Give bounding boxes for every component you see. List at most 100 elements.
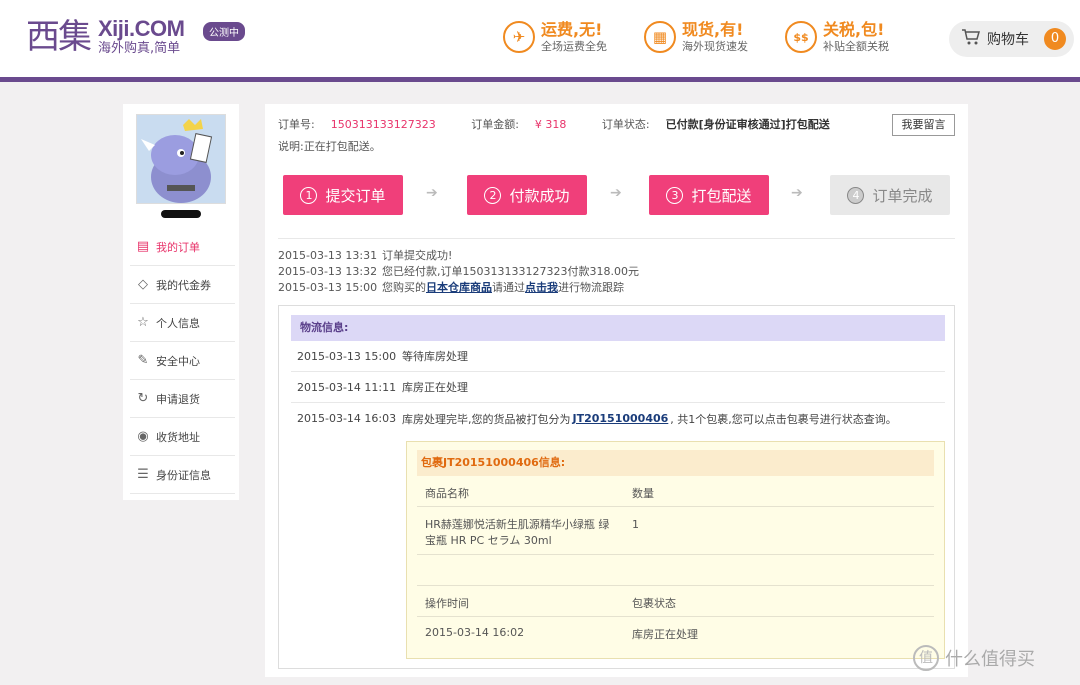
step-label: 打包配送	[691, 186, 752, 205]
sidebar-item-address[interactable]: ◉ 收货地址	[130, 418, 235, 456]
step-label: 付款成功	[509, 186, 570, 205]
promo-free-shipping: ✈ 运费,无! 全场运费全免	[503, 20, 607, 54]
logo-chinese: 西集	[26, 17, 92, 57]
beta-badge: 公测中	[203, 22, 245, 41]
package-empty-row	[417, 555, 934, 586]
logistics-row: 2015-03-14 11:11 库房正在处理	[291, 372, 945, 403]
package-status-header: 操作时间 包裹状态	[417, 586, 934, 617]
site-header: 西集 Xiji.COM 海外购真,简单 公测中 ✈ 运费,无! 全场运费全免 ▦…	[0, 0, 1080, 82]
logistics-box: 物流信息: 2015-03-13 15:00 等待库房处理 2015-03-14…	[278, 305, 955, 669]
history-text: 您购买的	[382, 281, 426, 294]
arrow-right-icon: ➔	[791, 185, 803, 201]
gift-box-icon: ▦	[644, 21, 676, 53]
promo-tax: $$ 关税,包! 补贴全额关税	[785, 20, 889, 54]
logistics-text: , 共1个包裹,您可以点击包裹号进行状态查询。	[670, 412, 897, 426]
logistics-text: 库房处理完毕,您的货品被打包分为	[402, 412, 571, 426]
step-label: 提交订单	[325, 186, 386, 205]
sidebar-item-label: 申请退货	[156, 392, 200, 406]
user-avatar[interactable]	[136, 114, 226, 204]
package-product-row: HR赫莲娜悦活新生肌源精华小绿瓶 绿 宝瓶 HR PC セラム 30ml 1	[417, 507, 934, 555]
history-text: 您已经付款,订单150313133127323付款318.00元	[382, 265, 639, 278]
sidebar-menu: ▤ 我的订单 ◇ 我的代金券 ☆ 个人信息 ✎ 安全中心 ↻ 申请退货 ◉ 收货…	[130, 228, 235, 494]
site-watermark: 值 什么值得买	[913, 645, 1035, 671]
cart-label: 购物车	[987, 32, 1029, 48]
logistics-time: 2015-03-13 15:00	[297, 349, 397, 363]
username-redacted	[161, 210, 201, 218]
product-name: HR赫莲娜悦活新生肌源精华小绿瓶 绿 宝瓶 HR PC セラム 30ml	[425, 517, 609, 549]
package-info-box: 包裹JT20151000406信息: 商品名称 数量 HR赫莲娜悦活新生肌源精华…	[406, 441, 945, 659]
account-sidebar: ▤ 我的订单 ◇ 我的代金券 ☆ 个人信息 ✎ 安全中心 ↻ 申请退货 ◉ 收货…	[123, 104, 239, 500]
order-amount-label: 订单金额:	[471, 118, 519, 131]
history-time: 2015-03-13 13:32	[278, 265, 378, 278]
package-title: 包裹JT20151000406信息:	[417, 450, 934, 476]
track-shipment-link[interactable]: 点击我	[525, 281, 558, 294]
logistics-title: 物流信息:	[291, 315, 945, 341]
order-summary: 订单号: 150313133127323 订单金额: ¥ 318 订单状态: 已付款[…	[278, 116, 862, 132]
sidebar-item-my-orders[interactable]: ▤ 我的订单	[130, 228, 235, 266]
sidebar-item-security[interactable]: ✎ 安全中心	[130, 342, 235, 380]
history-entry: 2015-03-13 13:32 您已经付款,订单150313133127323付…	[278, 264, 639, 280]
sidebar-item-label: 身份证信息	[156, 468, 211, 482]
japan-warehouse-link[interactable]: 日本仓库商品	[426, 281, 492, 294]
history-text: 订单提交成功!	[382, 249, 453, 262]
sidebar-item-id-info[interactable]: ☰ 身份证信息	[130, 456, 235, 494]
order-history: 2015-03-13 13:31 订单提交成功! 2015-03-13 13:32…	[278, 248, 639, 296]
logistics-text: 等待库房处理	[402, 350, 468, 363]
step-number: 3	[666, 186, 684, 204]
logistics-row: 2015-03-13 15:00 等待库房处理	[291, 341, 945, 372]
history-entry: 2015-03-13 13:31 订单提交成功!	[278, 248, 639, 264]
site-logo[interactable]: 西集 Xiji.COM 海外购真,简单	[26, 16, 185, 57]
order-list-icon: ▤	[136, 239, 150, 254]
logo-english: Xiji.COM	[98, 16, 185, 41]
promo-title: 运费,无!	[541, 20, 603, 39]
airplane-icon: ✈	[503, 21, 535, 53]
cart-icon	[961, 28, 981, 50]
edit-icon: ✎	[137, 353, 149, 368]
location-pin-icon: ◉	[137, 429, 149, 444]
step-number: 1	[300, 186, 318, 204]
watermark-text: 什么值得买	[945, 649, 1035, 670]
sidebar-item-label: 个人信息	[156, 316, 200, 330]
package-number-link[interactable]: JT20151000406	[573, 412, 669, 425]
sidebar-item-label: 我的代金券	[156, 278, 211, 292]
product-quantity: 1	[632, 518, 639, 531]
order-number-label: 订单号:	[278, 118, 315, 131]
promo-subtitle: 海外现货速发	[682, 40, 748, 53]
cart-button[interactable]: 购物车 0	[949, 21, 1074, 57]
leave-message-button[interactable]: 我要留言	[892, 114, 955, 136]
sidebar-item-label: 我的订单	[156, 240, 200, 254]
step-packing: 3 打包配送	[649, 175, 769, 215]
history-entry: 2015-03-13 15:00 您购买的日本仓库商品请通过点击我进行物流跟踪	[278, 280, 639, 296]
logistics-time: 2015-03-14 16:03	[297, 412, 397, 425]
promo-title: 现货,有!	[682, 20, 744, 39]
promo-subtitle: 全场运费全免	[541, 40, 607, 53]
sidebar-item-vouchers[interactable]: ◇ 我的代金券	[130, 266, 235, 304]
history-text: 请通过	[492, 281, 525, 294]
step-number: 2	[484, 186, 502, 204]
column-header-quantity: 数量	[632, 487, 654, 500]
order-amount: ¥ 318	[534, 118, 567, 131]
promo-subtitle: 补贴全额关税	[823, 40, 889, 53]
refresh-icon: ↻	[137, 391, 149, 406]
logistics-text: 库房正在处理	[402, 381, 468, 394]
sidebar-item-returns[interactable]: ↻ 申请退货	[130, 380, 235, 418]
divider	[278, 238, 955, 239]
logo-slogan: 海外购真,简单	[98, 41, 181, 56]
promo-in-stock: ▦ 现货,有! 海外现货速发	[644, 20, 748, 54]
money-bag-icon: $$	[785, 21, 817, 53]
promo-title: 关税,包!	[823, 20, 885, 39]
history-text: 进行物流跟踪	[558, 281, 624, 294]
column-header-product: 商品名称	[425, 487, 469, 500]
column-header-pkg-status: 包裹状态	[632, 597, 676, 610]
sidebar-item-label: 安全中心	[156, 354, 200, 368]
order-status: 已付款[身份证审核通过]打包配送	[665, 118, 830, 131]
package-table-header: 商品名称 数量	[417, 476, 934, 507]
product-name-line: HR赫莲娜悦活新生肌源精华小绿瓶 绿	[425, 518, 610, 531]
logistics-time: 2015-03-14 11:11	[297, 380, 397, 394]
sidebar-item-profile[interactable]: ☆ 个人信息	[130, 304, 235, 342]
step-payment-success: 2 付款成功	[467, 175, 587, 215]
arrow-right-icon: ➔	[426, 185, 438, 201]
order-progress-steps: 1 提交订单 ➔ 2 付款成功 ➔ 3 打包配送 ➔ 4 订单完成	[283, 175, 953, 215]
logistics-row: 2015-03-14 16:03 库房处理完毕,您的货品被打包分为 JT20151…	[291, 403, 945, 434]
package-status-row: 2015-03-14 16:02 库房正在处理	[417, 617, 934, 648]
